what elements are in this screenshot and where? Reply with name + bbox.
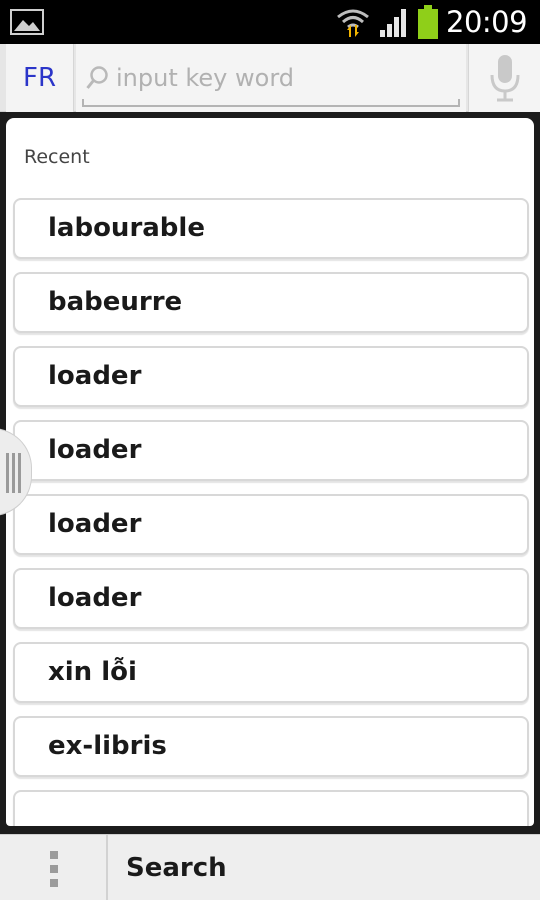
list-item[interactable]: loader [13, 346, 529, 407]
battery-icon [418, 5, 438, 39]
list-item[interactable]: ex-libris [13, 716, 529, 777]
microphone-icon [490, 55, 519, 102]
list-item[interactable] [13, 790, 529, 826]
list-item[interactable]: labourable [13, 198, 529, 259]
list-item-label: loader [48, 435, 142, 465]
list-item[interactable]: xin lỗi [13, 642, 529, 703]
status-clock: 20:09 [446, 5, 528, 39]
voice-search-button[interactable] [468, 44, 540, 112]
list-item-label: loader [48, 583, 142, 613]
search-underline [82, 99, 460, 107]
list-item-label: labourable [48, 213, 205, 243]
search-button[interactable]: Search [126, 835, 227, 900]
list-item-label: loader [48, 361, 142, 391]
search-header: FR [0, 44, 540, 112]
list-item-label: ex-libris [48, 731, 167, 761]
list-item-label: babeurre [48, 287, 183, 317]
search-icon [86, 66, 108, 89]
list-item[interactable]: loader [13, 494, 529, 555]
bottom-action-bar: Search [0, 834, 540, 900]
language-button[interactable]: FR [6, 44, 74, 112]
overflow-menu-icon [50, 851, 58, 887]
overflow-menu-button[interactable] [0, 835, 108, 900]
signal-icon [380, 9, 406, 37]
picture-icon [10, 9, 44, 35]
wifi-icon [337, 9, 369, 37]
search-input[interactable] [116, 58, 446, 98]
list-item[interactable]: babeurre [13, 272, 529, 333]
list-item[interactable]: loader [13, 568, 529, 629]
search-box[interactable] [76, 44, 466, 112]
section-label-recent: Recent [24, 146, 90, 168]
list-item[interactable]: loader [13, 420, 529, 481]
status-bar: 20:09 [0, 0, 540, 44]
drawer-grip-icon [6, 453, 21, 493]
recent-panel: Recent labourable babeurre loader loader… [6, 118, 534, 826]
list-item-label: xin lỗi [48, 657, 137, 687]
list-item-label: loader [48, 509, 142, 539]
